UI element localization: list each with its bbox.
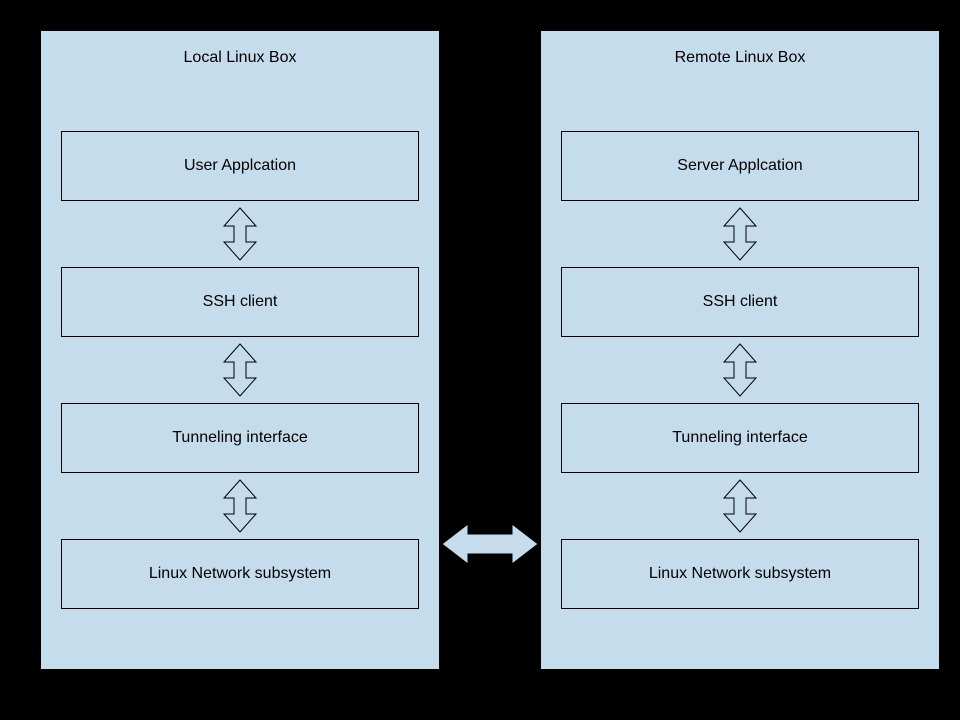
bidirectional-arrow-icon xyxy=(716,478,764,534)
bidirectional-arrow-icon xyxy=(716,342,764,398)
left-node-linux-network-subsystem: Linux Network subsystem xyxy=(61,539,419,609)
horizontal-bidirectional-arrow-icon xyxy=(440,522,540,566)
node-label: User Applcation xyxy=(184,157,296,175)
right-box: Remote Linux Box Server Applcation SSH c… xyxy=(540,30,940,670)
right-node-tunneling-interface: Tunneling interface xyxy=(561,403,919,473)
right-node-linux-network-subsystem: Linux Network subsystem xyxy=(561,539,919,609)
node-label: Tunneling interface xyxy=(172,429,308,447)
left-node-ssh-client: SSH client xyxy=(61,267,419,337)
node-label: Linux Network subsystem xyxy=(149,565,331,583)
node-label: Tunneling interface xyxy=(672,429,808,447)
right-box-title: Remote Linux Box xyxy=(541,49,939,67)
bidirectional-arrow-icon xyxy=(216,478,264,534)
node-label: Server Applcation xyxy=(677,157,802,175)
bidirectional-arrow-icon xyxy=(216,206,264,262)
left-node-tunneling-interface: Tunneling interface xyxy=(61,403,419,473)
node-label: SSH client xyxy=(703,293,778,311)
node-label: Linux Network subsystem xyxy=(649,565,831,583)
right-node-ssh-client: SSH client xyxy=(561,267,919,337)
bidirectional-arrow-icon xyxy=(716,206,764,262)
bidirectional-arrow-icon xyxy=(216,342,264,398)
left-box-title: Local Linux Box xyxy=(41,49,439,67)
left-node-user-application: User Applcation xyxy=(61,131,419,201)
right-node-server-application: Server Applcation xyxy=(561,131,919,201)
diagram-canvas: Local Linux Box User Applcation SSH clie… xyxy=(0,0,960,720)
left-box: Local Linux Box User Applcation SSH clie… xyxy=(40,30,440,670)
node-label: SSH client xyxy=(203,293,278,311)
